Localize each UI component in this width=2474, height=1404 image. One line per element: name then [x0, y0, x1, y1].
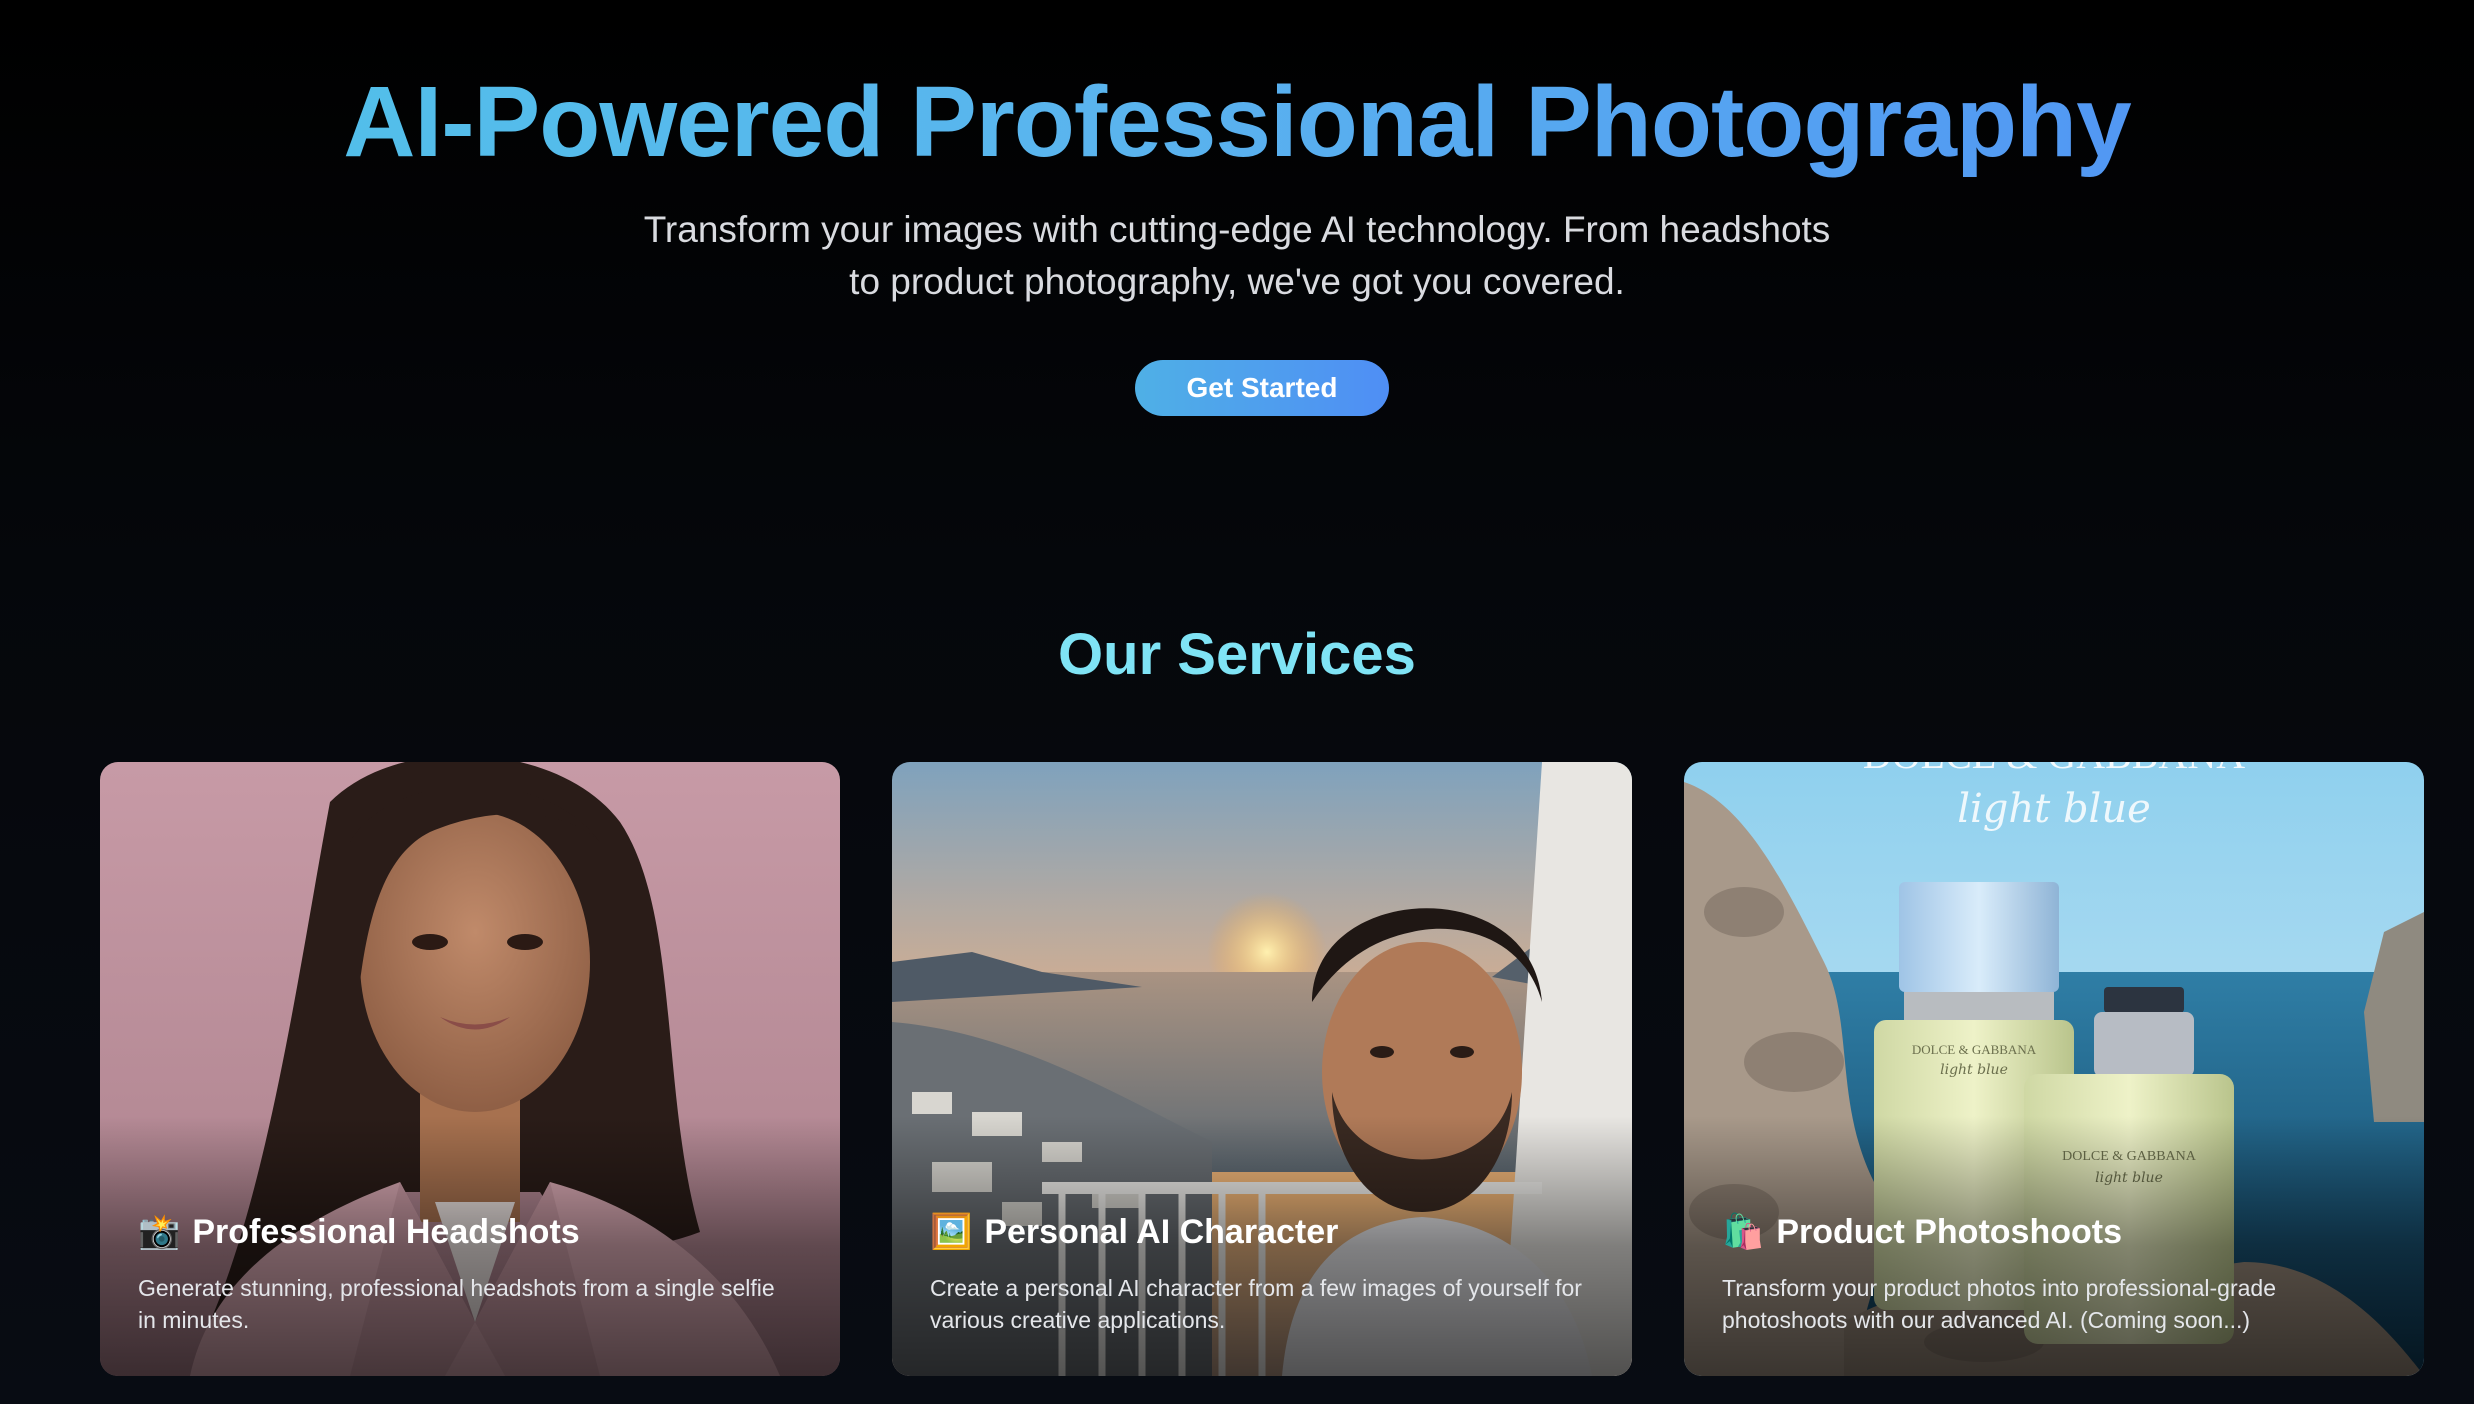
card-description: Generate stunning, professional headshot…	[138, 1275, 775, 1333]
card-heading: 📸 Professional Headshots	[138, 1212, 810, 1252]
card-title: Professional Headshots	[192, 1213, 580, 1251]
shopping-bags-icon: 🛍️	[1722, 1213, 1765, 1251]
hero-title: AI-Powered Professional Photography	[0, 62, 2474, 182]
bottle-label-text: DOLCE & GABBANA	[1912, 1042, 2037, 1057]
bottle-label-script: light blue	[1940, 1062, 2008, 1078]
service-card-ai-character[interactable]: 🖼️ Personal AI Character Create a person…	[892, 762, 1632, 1376]
framed-picture-icon: 🖼️	[930, 1213, 973, 1251]
card-heading: 🖼️ Personal AI Character	[930, 1212, 1602, 1252]
service-card-product-photoshoots[interactable]: DOLCE & GABBANA light blue DOLCE & GABBA…	[1684, 762, 2424, 1376]
get-started-button[interactable]: Get Started	[1135, 360, 1389, 416]
card-title: Product Photoshoots	[1776, 1213, 2122, 1251]
service-card-headshots[interactable]: 📸 Professional Headshots Generate stunni…	[100, 762, 840, 1376]
camera-flash-icon: 📸	[138, 1213, 181, 1251]
brand-script-text: light blue	[1957, 786, 2151, 832]
card-description: Create a personal AI character from a fe…	[930, 1275, 1582, 1333]
card-title: Personal AI Character	[984, 1213, 1339, 1251]
card-heading: 🛍️ Product Photoshoots	[1722, 1212, 2394, 1252]
services-heading: Our Services	[1058, 622, 1416, 687]
card-description: Transform your product photos into profe…	[1722, 1275, 2276, 1333]
brand-text: DOLCE & GABBANA	[1863, 762, 2245, 777]
hero-subtitle: Transform your images with cutting-edge …	[643, 209, 1831, 302]
